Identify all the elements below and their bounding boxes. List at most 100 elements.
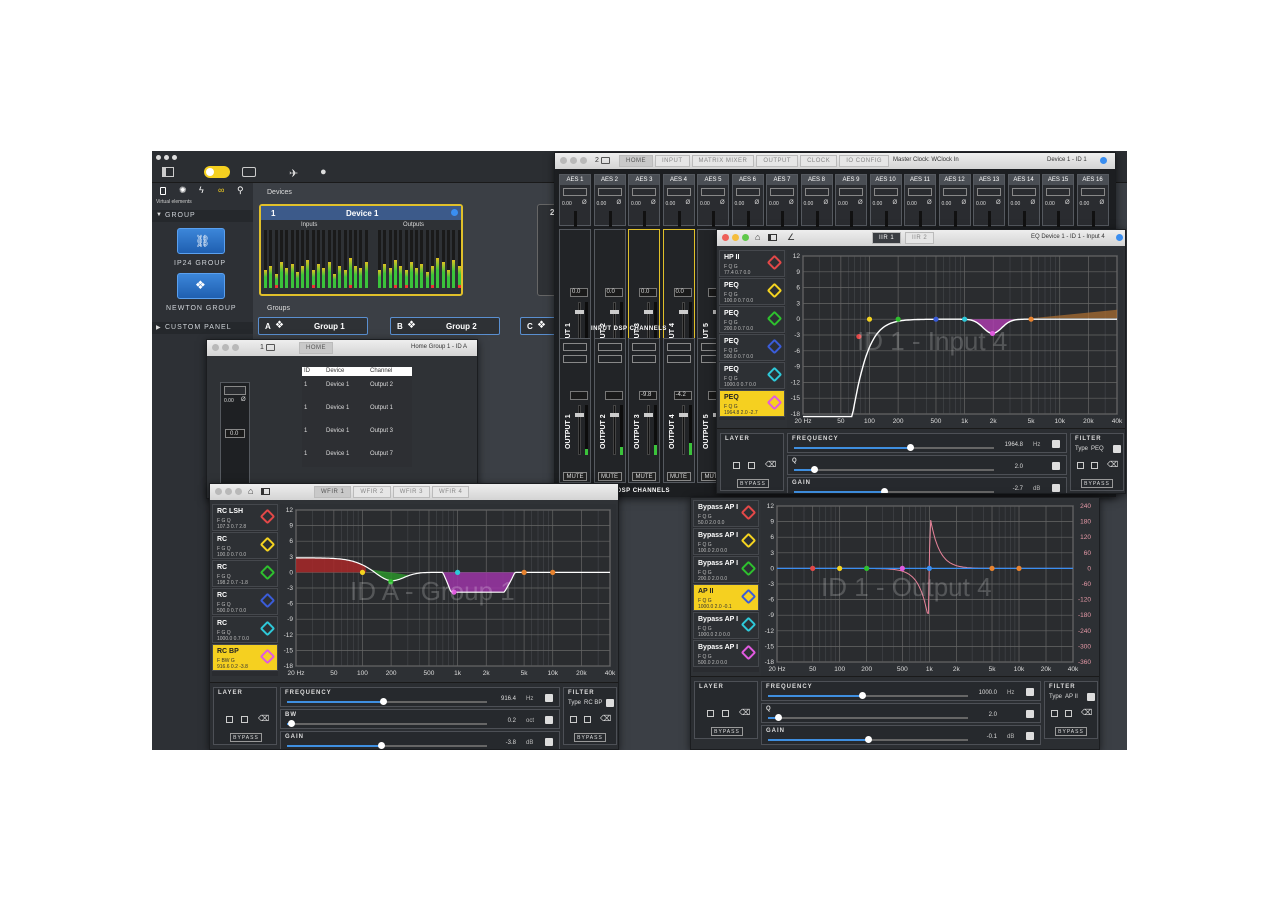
window-minimize-button[interactable] [570, 157, 577, 164]
eq-preview-icon[interactable] [873, 188, 898, 196]
gain-value[interactable]: -2.7 [993, 486, 1023, 492]
copy-icon[interactable] [1051, 710, 1058, 717]
slider-thumb[interactable] [775, 714, 782, 721]
frequency-value[interactable]: 916.4 [486, 696, 516, 702]
phase-icon[interactable]: Ø [858, 200, 863, 206]
gain-value[interactable]: -3.8 [486, 740, 516, 746]
tab-input[interactable]: INPUT [655, 155, 690, 167]
chevron-down-icon[interactable] [1052, 440, 1060, 448]
aes-channel[interactable]: AES 10 0.00 Ø [869, 174, 902, 227]
angle-icon[interactable]: ∠ [787, 232, 795, 243]
home-icon[interactable]: ⌂ [755, 232, 760, 242]
eq-preview-icon[interactable] [632, 355, 656, 363]
filter-point[interactable] [1016, 565, 1022, 571]
lock-icon[interactable] [160, 187, 166, 195]
chevron-down-icon[interactable] [1026, 688, 1034, 696]
tab-wfir-2[interactable]: WFIR 2 [353, 486, 391, 498]
slider-thumb[interactable] [288, 720, 295, 727]
window-minimize-button[interactable] [225, 488, 232, 495]
slider-thumb[interactable] [380, 698, 387, 705]
filter-point[interactable] [550, 569, 556, 575]
window-zoom-button[interactable] [580, 157, 587, 164]
mute-button[interactable]: MUTE [666, 472, 691, 481]
mute-button[interactable]: MUTE [563, 472, 587, 481]
slider-thumb[interactable] [865, 736, 872, 743]
table-row[interactable]: 1 Device 1 Output 2 [302, 381, 412, 391]
bypass-button[interactable]: BYPASS [737, 479, 769, 488]
eq-preview-icon[interactable] [563, 343, 587, 351]
lightning-icon[interactable]: ϟ [199, 185, 204, 195]
eraser-icon[interactable]: ⌫ [258, 714, 269, 723]
tab-matrix-mixer[interactable]: MATRIX MIXER [691, 155, 755, 167]
tab-home[interactable]: HOME [299, 342, 333, 354]
phase-icon[interactable]: Ø [927, 200, 932, 206]
tab-wfir-1[interactable]: WFIR 1 [314, 486, 352, 498]
filter-point[interactable] [837, 565, 843, 571]
filter-item[interactable]: RC BP F BW G 916.6 0.2 -3.8 [212, 644, 278, 671]
chevron-down-icon[interactable] [606, 699, 614, 707]
copy-icon[interactable] [226, 716, 233, 723]
fader-thumb[interactable] [575, 310, 584, 314]
eq-preview-icon[interactable] [1080, 188, 1105, 196]
filter-point[interactable] [455, 569, 461, 575]
fader-thumb[interactable] [575, 413, 584, 417]
bypass-button[interactable]: BYPASS [1081, 479, 1113, 488]
phase-icon[interactable]: Ø [996, 200, 1001, 206]
filter-point[interactable] [962, 316, 968, 322]
eq-preview-icon[interactable] [597, 355, 622, 363]
tab-clock[interactable]: CLOCK [800, 155, 838, 167]
slider-track[interactable] [287, 723, 487, 725]
eq-preview-icon[interactable] [839, 188, 863, 196]
filter-item[interactable]: PEQ F Q G 100.0 0.7 0.0 [719, 278, 785, 305]
aes-channel[interactable]: AES 16 0.00 Ø [1076, 174, 1109, 227]
ip24-group-button[interactable]: ⛓ [177, 228, 225, 254]
window-dot-minimize[interactable] [164, 155, 169, 160]
tab-home[interactable]: HOME [619, 155, 653, 167]
eq-preview-icon[interactable] [224, 386, 246, 395]
filter-point[interactable] [521, 569, 527, 575]
filter-item[interactable]: RC F G Q 198.2 0.7 -1.8 [212, 560, 278, 587]
filter-item[interactable]: Bypass AP IF Q G 50.0 2.0 0.0 [693, 500, 759, 527]
device-count-icon[interactable] [242, 167, 256, 177]
copy-icon[interactable] [733, 462, 740, 469]
window-zoom-button[interactable] [232, 344, 239, 351]
slider-track[interactable] [768, 717, 968, 719]
eq-graph[interactable]: 20 Hz 50 100 200 500 1k 2k 5k 10k 20k 40k 12 9 6 3 0 -3 -… [787, 250, 1123, 428]
paste-icon[interactable] [241, 716, 248, 723]
eq-preview-icon[interactable] [563, 355, 587, 363]
bw-value[interactable]: 0.2 [486, 718, 516, 724]
table-row[interactable]: 1 Device 1 Output 1 [302, 404, 412, 414]
fader-thumb[interactable] [609, 413, 619, 417]
filter-point[interactable] [989, 565, 995, 571]
tab-iir-2[interactable]: IIR 2 [905, 232, 935, 244]
device-card-1[interactable]: 1 Device 1 Inputs Outputs [259, 204, 463, 296]
eq-preview-icon[interactable] [632, 343, 656, 351]
slider-thumb[interactable] [378, 742, 385, 749]
paste-icon[interactable] [1065, 710, 1072, 717]
tab-output[interactable]: OUTPUT [756, 155, 799, 167]
filter-point[interactable] [359, 569, 366, 575]
slider-track[interactable] [794, 469, 994, 471]
chevron-down-icon[interactable] [1052, 462, 1060, 470]
sun-icon[interactable]: ✺ [179, 185, 187, 196]
filter-item[interactable]: PEQ F Q G 1000.0 0.7 0.0 [719, 362, 785, 389]
aes-channel[interactable]: AES 14 0.00 Ø [1007, 174, 1040, 227]
chevron-down-icon[interactable] [1052, 484, 1060, 492]
eraser-icon[interactable]: ⌫ [600, 714, 611, 723]
filter-point[interactable] [1028, 316, 1034, 322]
frequency-value[interactable]: 1964.8 [993, 442, 1023, 448]
window-dot-zoom[interactable] [172, 155, 177, 160]
panel-icon[interactable] [261, 488, 270, 495]
table-row[interactable]: 1 Device 1 Output 7 [302, 450, 412, 460]
aes-channel[interactable]: AES 8 0.00 Ø [800, 174, 833, 227]
chevron-down-icon[interactable] [1026, 710, 1034, 718]
aes-channel[interactable]: AES 9 0.00 Ø [835, 174, 867, 227]
phase-icon[interactable]: Ø [1100, 200, 1105, 206]
type-value[interactable]: PEQ [1091, 446, 1104, 452]
filter-point[interactable] [899, 565, 905, 571]
filter-item[interactable]: HP II F Q G 77.4 0.7 0.0 [719, 250, 785, 277]
phase-icon[interactable]: Ø [824, 200, 829, 206]
bypass-button[interactable]: BYPASS [230, 733, 262, 742]
sidebar-toggle-icon[interactable] [162, 167, 174, 177]
gain-box[interactable] [604, 391, 623, 400]
